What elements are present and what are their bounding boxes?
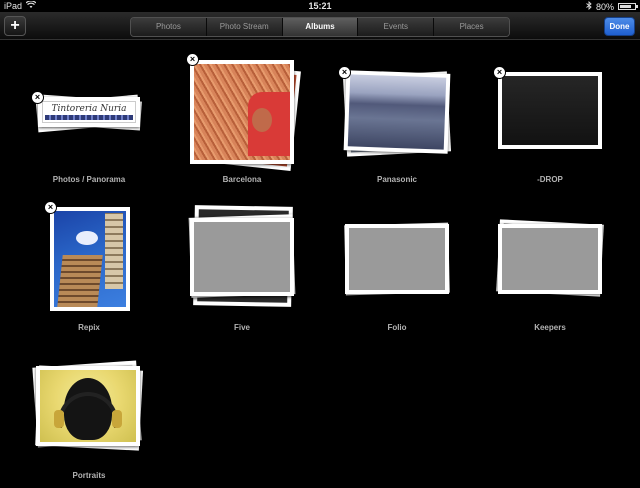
album-portraits[interactable]: Portraits — [19, 348, 159, 488]
album-cover-stack: Tintoreria Nuria — [19, 52, 159, 167]
view-segmented-control: Photos Photo Stream Albums Events Places — [130, 17, 510, 37]
delete-album-icon[interactable]: × — [493, 66, 506, 79]
delete-album-icon[interactable]: × — [44, 201, 57, 214]
album-repix[interactable]: × Repix — [19, 200, 159, 340]
album-keepers[interactable]: Keepers — [480, 200, 620, 340]
tab-photos[interactable]: Photos — [131, 18, 207, 36]
tab-albums[interactable]: Albums — [282, 18, 359, 36]
add-album-button[interactable]: + — [4, 16, 26, 36]
status-bar: iPad 15:21 80% — [0, 0, 640, 12]
album-panasonic[interactable]: × Panasonic — [327, 52, 467, 192]
album-title: Panasonic — [376, 175, 417, 184]
album-cover-photo — [190, 218, 294, 296]
album-cover-stack — [327, 200, 467, 315]
album-photos-panorama[interactable]: × Tintoreria Nuria Photos / Panorama — [19, 52, 159, 192]
bluetooth-icon — [586, 0, 592, 12]
album-title: Keepers — [534, 323, 566, 332]
album-cover-photo — [498, 72, 602, 149]
album-title: Repix — [78, 323, 100, 332]
album-title: Photos / Panorama — [52, 175, 126, 184]
toolbar: + Photos Photo Stream Albums Events Plac… — [0, 12, 640, 40]
album-cover-photo: Tintoreria Nuria — [38, 97, 140, 127]
album-cover-photo — [50, 207, 130, 311]
album-folio[interactable]: Folio — [327, 200, 467, 340]
album-cover-stack — [19, 348, 159, 463]
battery-percent: 80% — [595, 1, 614, 12]
album-title: Barcelona — [222, 175, 262, 184]
status-right: 80% — [586, 0, 638, 12]
tab-events[interactable]: Events — [358, 18, 435, 36]
delete-album-icon[interactable]: × — [338, 66, 351, 79]
album-title: Folio — [387, 323, 407, 332]
cover-banner-text: Tintoreria Nuria — [51, 104, 127, 114]
album-cover-stack — [172, 200, 312, 315]
album-cover-stack — [480, 200, 620, 315]
battery-icon — [618, 3, 638, 10]
album-cover-stack — [172, 52, 312, 171]
album-barcelona[interactable]: × Barcelona — [172, 52, 312, 192]
album-cover-photo — [345, 224, 449, 294]
tab-photo-stream[interactable]: Photo Stream — [206, 18, 283, 36]
album-five[interactable]: Five — [172, 200, 312, 340]
album-cover-photo — [36, 366, 140, 446]
album-cover-photo — [190, 60, 294, 164]
album-cover-photo — [498, 224, 602, 294]
tab-places[interactable]: Places — [434, 18, 509, 36]
done-button[interactable]: Done — [604, 17, 635, 36]
album-title: -DROP — [537, 175, 563, 184]
album-drop[interactable]: × -DROP — [480, 52, 620, 192]
album-cover-stack — [19, 200, 159, 315]
delete-album-icon[interactable]: × — [186, 53, 199, 66]
album-title: Five — [233, 323, 250, 332]
delete-album-icon[interactable]: × — [31, 91, 44, 104]
clock: 15:21 — [308, 1, 332, 11]
album-title: Portraits — [72, 471, 106, 480]
album-cover-photo — [343, 70, 451, 154]
